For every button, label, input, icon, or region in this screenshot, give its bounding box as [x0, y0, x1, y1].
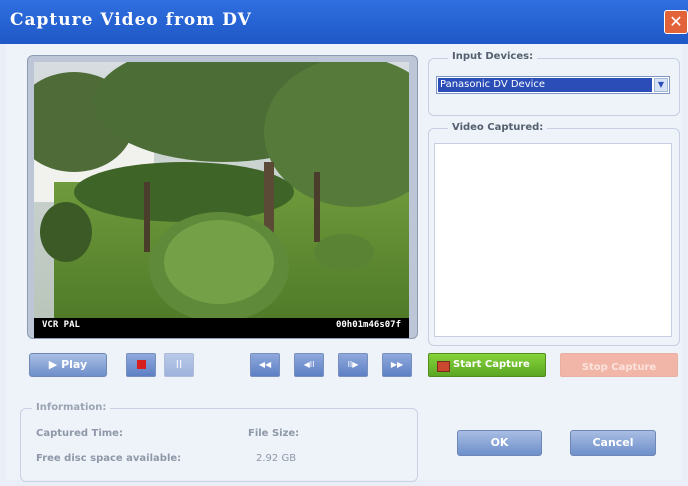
fast-forward-button[interactable]: ▶▶ [382, 353, 412, 377]
video-format-label: VCR PAL [42, 320, 80, 330]
start-capture-label: Start Capture [453, 359, 530, 370]
input-device-dropdown[interactable]: Panasonic DV Device ▼ [436, 76, 670, 94]
step-back-button[interactable]: ◀II [294, 353, 324, 377]
step-forward-button[interactable]: II▶ [338, 353, 368, 377]
video-timecode: 00h01m46s07f [335, 320, 401, 330]
rewind-button[interactable]: ◀◀ [250, 353, 280, 377]
video-captured-label: Video Captured: [448, 122, 548, 133]
stop-capture-label: Stop Capture [581, 362, 657, 373]
record-button[interactable] [126, 353, 156, 377]
information-label: Information: [32, 402, 111, 413]
free-space-value: 2.92 GB [256, 453, 297, 464]
free-space-label: Free disc space available: [36, 453, 182, 464]
input-devices-label: Input Devices: [448, 51, 538, 62]
play-button[interactable]: ▶ Play [29, 353, 107, 377]
start-capture-button[interactable]: Start Capture [428, 353, 546, 377]
stop-capture-button[interactable]: Stop Capture [560, 353, 678, 377]
chevron-down-icon[interactable]: ▼ [654, 78, 668, 92]
information-group [20, 408, 418, 482]
file-size-label: File Size: [248, 428, 300, 439]
window-title: Capture Video from DV [10, 10, 252, 30]
pause-button[interactable]: II [164, 353, 194, 377]
close-button[interactable]: ✕ [664, 10, 688, 34]
captured-time-label: Captured Time: [36, 428, 123, 439]
film-icon [437, 361, 450, 372]
record-icon [136, 359, 146, 369]
title-bar: Capture Video from DV ✕ [0, 0, 688, 44]
ok-button[interactable]: OK [457, 430, 542, 456]
input-device-selected: Panasonic DV Device [438, 78, 652, 92]
video-preview: VCR PAL 00h01m46s07f [34, 62, 409, 338]
pause-icon: II [175, 358, 183, 371]
cancel-button[interactable]: Cancel [570, 430, 656, 456]
video-captured-list[interactable] [434, 143, 672, 337]
video-frame-image [34, 62, 409, 338]
